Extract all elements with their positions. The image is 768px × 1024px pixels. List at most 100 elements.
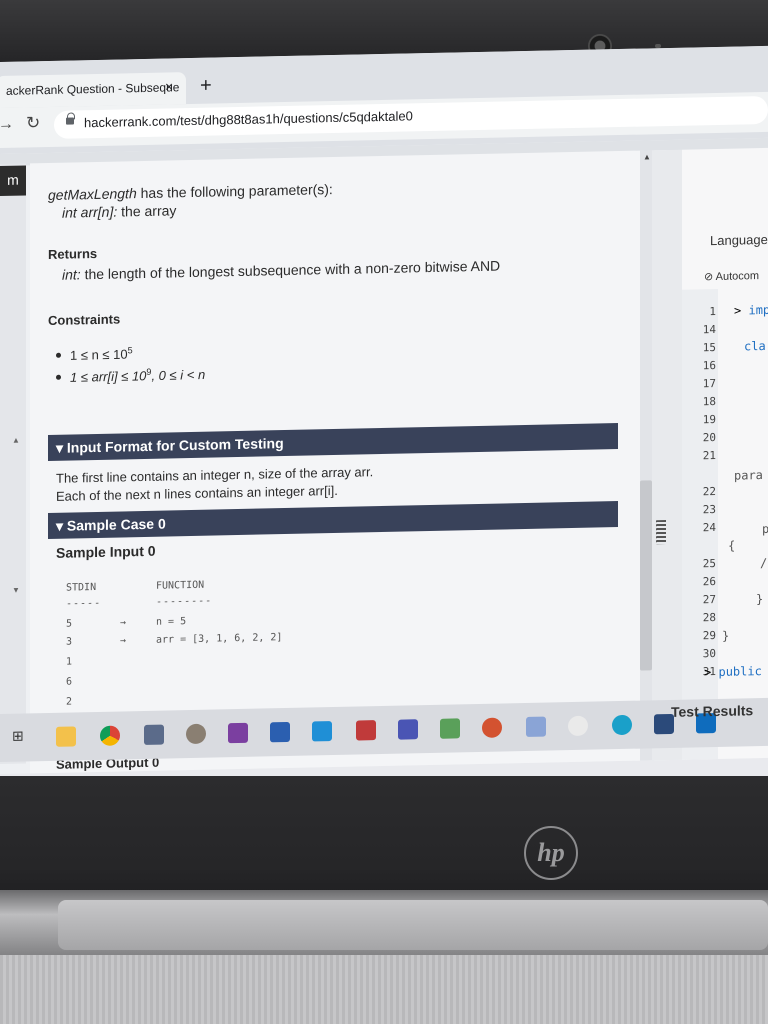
problem-statement: getMaxLength has the following parameter…	[30, 149, 670, 774]
bullet-icon	[56, 374, 61, 380]
vscode-icon[interactable]	[312, 721, 332, 742]
sample-function-value: n = 5	[156, 616, 187, 628]
line-number: 25	[702, 557, 716, 571]
constraint-item: 1 ≤ arr[i] ≤ 109, 0 ≤ i < n	[70, 366, 205, 385]
pane-splitter[interactable]	[652, 149, 682, 761]
sample-stdin-value: 5	[66, 618, 73, 630]
app-icon[interactable]	[356, 720, 376, 741]
constraints-heading: Constraints	[48, 311, 121, 328]
autocomplete-label: Autocom	[715, 270, 760, 284]
fold-chevron-icon[interactable]: >	[734, 303, 741, 317]
stdin-header: STDIN	[66, 581, 97, 594]
sidebar-collapse-icon[interactable]: ▲	[12, 436, 20, 445]
return-text: the length of the longest subsequence wi…	[80, 257, 501, 283]
app-icon[interactable]	[144, 724, 164, 745]
teams-icon[interactable]	[398, 719, 418, 740]
line-number: 30	[702, 647, 716, 661]
laptop-hinge-cover	[58, 900, 768, 950]
lock-icon	[66, 117, 74, 125]
parameters-text: has the following parameter(s):	[136, 181, 333, 202]
sample-stdin-value: 6	[66, 676, 73, 688]
return-type: int:	[62, 266, 81, 283]
function-divider: --------	[156, 595, 213, 608]
autocomplete-toggle[interactable]: ⊘ Autocom	[704, 269, 759, 283]
laptop-screen: ackerRank Question - Subseque × + → ↻ ha…	[0, 45, 768, 804]
constraint-text: 1 ≤ arr[i] ≤ 10	[70, 368, 147, 385]
code-token: imp	[748, 302, 768, 318]
task-view-icon[interactable]: ⊞	[12, 727, 28, 747]
sidebar-logo[interactable]: m	[0, 165, 26, 196]
drag-handle-icon[interactable]	[656, 520, 666, 545]
parameter-name: int arr[n]:	[62, 203, 118, 221]
check-circle-icon: ⊘	[704, 271, 716, 284]
line-number: 23	[702, 503, 716, 517]
line-number: 14	[702, 323, 716, 337]
line-number: 15	[702, 341, 716, 355]
code-token: public	[718, 664, 762, 679]
line-number: 16	[702, 359, 716, 373]
sample-stdin-value: 3	[66, 636, 73, 648]
line-number: 22	[702, 485, 716, 499]
sample-stdin-value: 2	[66, 696, 73, 708]
arrow-icon: →	[120, 617, 127, 629]
word-icon[interactable]	[270, 721, 290, 743]
function-header: FUNCTION	[156, 579, 205, 592]
line-number: 20	[702, 431, 716, 445]
line-number: 18	[702, 395, 716, 409]
return-description: int: the length of the longest subsequen…	[62, 258, 500, 283]
line-number: 1	[709, 305, 716, 319]
paint-icon[interactable]	[186, 723, 206, 745]
sidebar-expand-icon[interactable]: ▼	[12, 586, 20, 595]
parameter-item: int arr[n]: the array	[62, 202, 176, 220]
reload-icon[interactable]: ↻	[26, 113, 40, 133]
returns-heading: Returns	[48, 245, 98, 262]
sample-function-value: arr = [3, 1, 6, 2, 2]	[156, 632, 283, 646]
arrow-icon: →	[120, 635, 127, 647]
app-icon[interactable]	[568, 715, 588, 737]
code-line[interactable]: > imp	[734, 303, 768, 318]
back-arrow-icon[interactable]: →	[0, 116, 14, 134]
stdin-divider: -----	[66, 597, 102, 610]
bullet-icon	[56, 352, 61, 358]
input-format-header[interactable]: ▾ Input Format for Custom Testing	[48, 423, 618, 461]
laptop-deck	[0, 955, 768, 1024]
line-number: 19	[702, 413, 716, 427]
test-results-tab[interactable]: Test Results	[671, 702, 753, 720]
code-line[interactable]: /	[760, 556, 767, 570]
tab-close-icon[interactable]: ×	[165, 78, 173, 94]
powerpoint-icon[interactable]	[482, 717, 502, 738]
new-tab-button[interactable]: +	[200, 75, 212, 98]
scrollbar-thumb[interactable]	[640, 480, 652, 671]
line-number: 29	[702, 629, 716, 643]
sample-stdin-value: 1	[66, 656, 73, 668]
app-icon[interactable]	[526, 716, 546, 737]
sample-case-header[interactable]: ▾ Sample Case 0	[48, 501, 618, 539]
constraint-exponent: 5	[127, 345, 133, 356]
fold-chevron-icon[interactable]: >	[704, 665, 711, 679]
onenote-icon[interactable]	[228, 722, 248, 744]
code-line[interactable]: }	[722, 629, 729, 643]
constraint-item: 1 ≤ n ≤ 105	[70, 345, 133, 363]
line-number: 17	[702, 377, 716, 391]
constraint-index: , 0 ≤ i < n	[151, 367, 206, 384]
sample-input-title: Sample Input 0	[56, 542, 156, 561]
chrome-icon[interactable]	[100, 725, 120, 746]
code-line[interactable]: }	[756, 592, 763, 606]
language-selector[interactable]: Language	[710, 232, 768, 248]
constraint-text: 1 ≤ n ≤ 10	[70, 346, 128, 363]
code-line[interactable]: p	[762, 522, 768, 536]
file-explorer-icon[interactable]	[56, 726, 76, 747]
code-line[interactable]: > public	[704, 664, 762, 679]
code-line[interactable]: {	[728, 539, 735, 553]
input-format-line: Each of the next n lines contains an int…	[56, 482, 338, 504]
scroll-up-icon[interactable]: ▲	[643, 152, 651, 161]
code-line[interactable]: para	[734, 468, 763, 483]
line-number: 21	[702, 449, 716, 463]
parameter-desc: the array	[117, 202, 177, 220]
laptop-bottom-bezel	[0, 776, 768, 906]
edge-icon[interactable]	[612, 714, 632, 736]
line-number: 28	[702, 611, 716, 625]
app-icon[interactable]	[440, 718, 460, 739]
code-line[interactable]: cla	[744, 339, 766, 353]
left-sidebar	[0, 163, 26, 764]
